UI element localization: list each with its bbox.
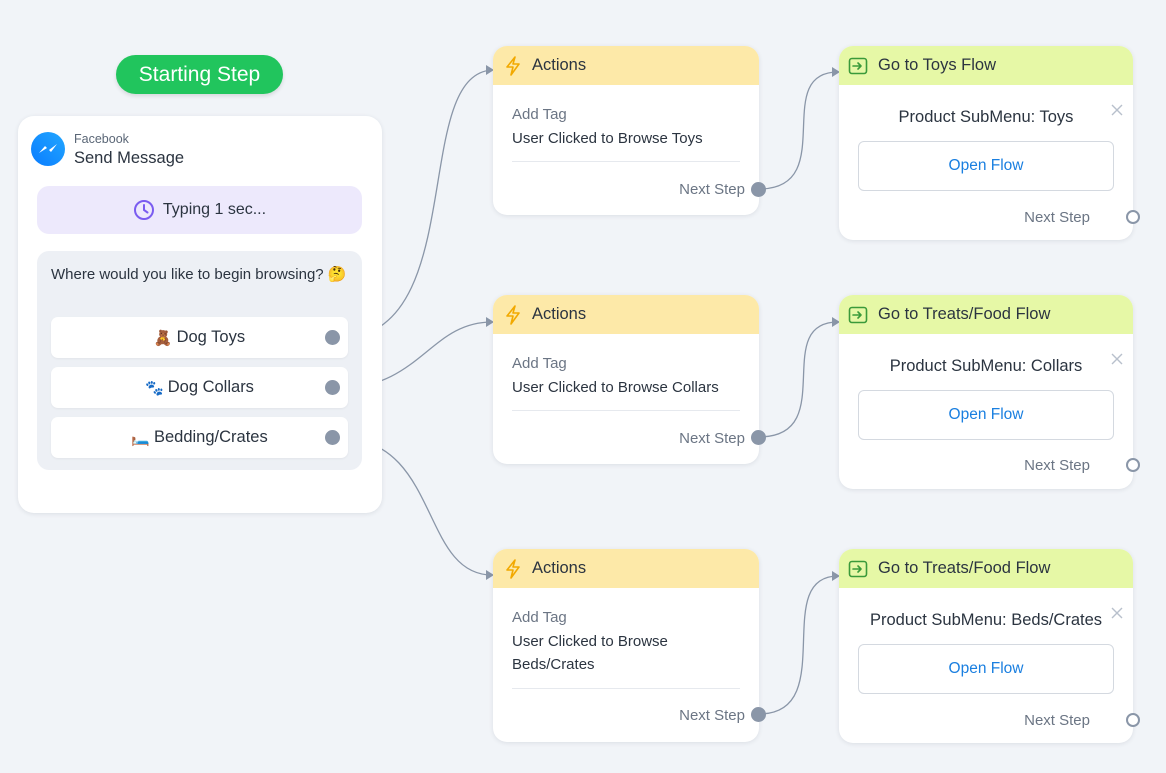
quick-reply-label: Dog Toys [176, 328, 246, 346]
actions-title: Actions [532, 56, 587, 74]
flow-title: Go to Treats/Food Flow [878, 559, 1051, 577]
bed-icon: 🛏️ [131, 429, 150, 447]
next-step-label: Next Step [1024, 209, 1090, 226]
divider [512, 410, 740, 411]
connector-beds-flow [758, 575, 839, 715]
connector-toys-flow [758, 71, 839, 190]
actions-card-collars[interactable]: Actions Add Tag User Clicked to Browse C… [493, 295, 766, 464]
messenger-icon [31, 132, 65, 166]
flow-header: Go to Treats/Food Flow [839, 295, 1133, 334]
quick-reply-dog-toys[interactable]: 🧸 Dog Toys [51, 317, 348, 358]
lightning-bolt-icon [506, 55, 520, 76]
actions-header: Actions [493, 295, 759, 334]
quick-reply-dog-collars[interactable]: 🐾 Dog Collars [51, 367, 348, 408]
quick-reply-bedding-crates[interactable]: 🛏️ Bedding/Crates [51, 417, 348, 458]
quick-reply-port[interactable] [325, 380, 340, 395]
next-step-port[interactable] [751, 182, 766, 197]
actions-card-toys[interactable]: Actions Add Tag User Clicked to Browse T… [493, 46, 766, 215]
lightning-bolt-icon [506, 304, 520, 325]
next-step-port[interactable] [1126, 210, 1140, 224]
flow-title: Go to Treats/Food Flow [878, 305, 1051, 323]
quick-reply-port[interactable] [325, 430, 340, 445]
next-step-label: Next Step [679, 707, 745, 724]
flow-subtitle: Product SubMenu: Beds/Crates [869, 611, 1103, 629]
flow-subtitle: Product SubMenu: Collars [889, 357, 1083, 375]
quick-reply-label: Bedding/Crates [153, 428, 268, 446]
flow-subtitle: Product SubMenu: Toys [898, 108, 1074, 126]
next-step-port[interactable] [751, 707, 766, 722]
message-text: Where would you like to begin browsing? … [51, 266, 347, 283]
go-to-flow-card-beds[interactable]: Go to Treats/Food Flow Product SubMenu: … [839, 549, 1140, 743]
actions-header: Actions [493, 549, 759, 588]
next-step-port[interactable] [751, 430, 766, 445]
go-to-flow-icon [848, 306, 868, 323]
open-flow-button[interactable]: Open Flow [858, 644, 1114, 694]
divider [512, 688, 740, 689]
go-to-flow-card-collars[interactable]: Go to Treats/Food Flow Product SubMenu: … [839, 295, 1140, 489]
close-icon[interactable] [1111, 353, 1123, 365]
next-step-port[interactable] [1126, 713, 1140, 727]
paw-prints-icon: 🐾 [145, 379, 164, 397]
card-title: Send Message [74, 149, 185, 167]
message-bubble[interactable]: Where would you like to begin browsing? … [37, 251, 362, 470]
send-message-card[interactable]: Facebook Send Message Typing 1 sec... Wh… [18, 116, 382, 513]
go-to-flow-card-toys[interactable]: Go to Toys Flow Product SubMenu: Toys Op… [839, 46, 1140, 240]
next-step-label: Next Step [1024, 457, 1090, 474]
tag-value: User Clicked to Browse Collars [512, 379, 719, 396]
action-type-label: Add Tag [512, 355, 567, 372]
next-step-label: Next Step [679, 181, 745, 198]
typing-label: Typing 1 sec... [162, 201, 267, 218]
clock-icon [133, 200, 154, 220]
go-to-flow-icon [848, 560, 868, 577]
channel-name: Facebook [74, 132, 129, 146]
flow-title: Go to Toys Flow [878, 56, 996, 74]
flow-header: Go to Treats/Food Flow [839, 549, 1133, 588]
next-step-label: Next Step [679, 430, 745, 447]
connector-collars-flow [758, 321, 839, 438]
tag-value: User Clicked to Browse Beds/Crates [512, 633, 668, 673]
flow-header: Go to Toys Flow [839, 46, 1133, 85]
open-flow-button[interactable]: Open Flow [858, 390, 1114, 440]
action-type-label: Add Tag [512, 106, 567, 123]
close-icon[interactable] [1111, 607, 1123, 619]
actions-header: Actions [493, 46, 759, 85]
typing-delay[interactable]: Typing 1 sec... [37, 186, 362, 234]
action-type-label: Add Tag [512, 609, 567, 626]
actions-title: Actions [532, 305, 587, 323]
quick-reply-port[interactable] [325, 330, 340, 345]
lightning-bolt-icon [506, 558, 520, 579]
next-step-port[interactable] [1126, 458, 1140, 472]
close-icon[interactable] [1111, 104, 1123, 116]
next-step-label: Next Step [1024, 712, 1090, 729]
divider [512, 161, 740, 162]
open-flow-button[interactable]: Open Flow [858, 141, 1114, 191]
quick-reply-label: Dog Collars [167, 378, 254, 396]
tag-value: User Clicked to Browse Toys [512, 130, 703, 147]
actions-title: Actions [532, 559, 587, 577]
actions-card-beds[interactable]: Actions Add Tag User Clicked to Browse B… [493, 549, 766, 742]
starting-step-badge: Starting Step [116, 55, 283, 94]
teddy-bear-icon: 🧸 [153, 329, 173, 347]
go-to-flow-icon [848, 57, 868, 74]
